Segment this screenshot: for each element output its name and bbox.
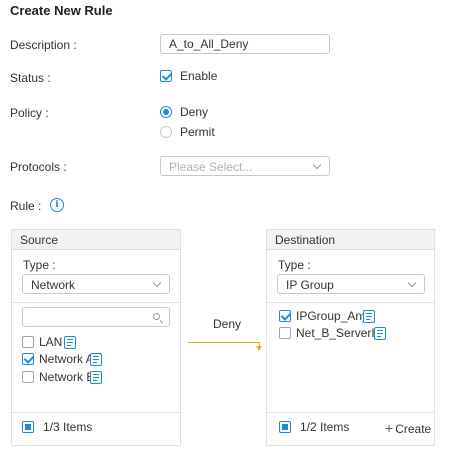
page-title: Create New Rule xyxy=(10,3,113,18)
details-icon[interactable] xyxy=(363,310,375,323)
source-item-network-b-checkbox[interactable] xyxy=(22,371,34,383)
source-item-lan-label: LAN xyxy=(39,335,63,349)
protocols-label: Protocols : xyxy=(10,160,67,174)
destination-type-value: IP Group xyxy=(286,278,334,292)
create-label: Create xyxy=(395,422,432,436)
details-icon[interactable] xyxy=(64,336,76,349)
policy-deny-radio[interactable] xyxy=(160,106,172,118)
source-panel: Source Type : Network LAN Network A Netw… xyxy=(11,229,181,446)
chevron-down-icon xyxy=(407,278,417,288)
policy-label: Policy : xyxy=(10,106,49,120)
flow-arrow xyxy=(188,342,260,343)
destination-panel: Destination Type : IP Group IPGroup_Any … xyxy=(266,229,435,446)
chevron-down-icon xyxy=(312,160,322,170)
status-enable-label: Enable xyxy=(180,69,218,83)
destination-header: Destination xyxy=(267,230,434,250)
protocols-select[interactable]: Please Select... xyxy=(160,156,330,176)
source-type-value: Network xyxy=(31,278,76,292)
destination-item-net-b-serverip-checkbox[interactable] xyxy=(279,327,291,339)
policy-deny-label: Deny xyxy=(180,105,209,119)
source-header: Source xyxy=(12,230,180,250)
source-item-network-b-label: Network B xyxy=(39,370,95,384)
destination-item-net-b-serverip-label: Net_B_ServerIP xyxy=(296,326,383,340)
action-label: Deny xyxy=(213,317,242,331)
protocols-placeholder: Please Select... xyxy=(169,160,253,174)
source-type-select[interactable]: Network xyxy=(22,274,170,294)
source-item-lan-checkbox[interactable] xyxy=(22,336,34,348)
policy-permit-label: Permit xyxy=(180,125,215,139)
rule-label: Rule : xyxy=(10,199,42,213)
source-item-network-a-label: Network A xyxy=(39,352,94,366)
destination-item-ipgroup-any-label: IPGroup_Any xyxy=(296,309,369,323)
source-type-label: Type : xyxy=(23,258,56,272)
plus-icon: + xyxy=(385,420,394,436)
destination-select-all-checkbox[interactable] xyxy=(279,421,291,433)
policy-permit-radio[interactable] xyxy=(160,126,172,138)
search-icon xyxy=(153,313,160,320)
source-item-network-a-checkbox[interactable] xyxy=(22,353,34,365)
destination-item-count: 1/2 Items xyxy=(300,420,350,434)
source-search-input[interactable] xyxy=(22,307,170,327)
description-input[interactable]: A_to_All_Deny xyxy=(160,34,330,54)
details-icon[interactable] xyxy=(90,371,102,384)
details-icon[interactable] xyxy=(90,353,102,366)
chevron-down-icon xyxy=(152,278,162,288)
create-button[interactable]: + Create xyxy=(385,420,431,436)
source-select-all-checkbox[interactable] xyxy=(22,421,34,433)
destination-type-label: Type : xyxy=(278,258,311,272)
description-label: Description : xyxy=(10,38,77,52)
status-label: Status : xyxy=(10,71,51,85)
details-icon[interactable] xyxy=(374,327,386,340)
status-enable-checkbox[interactable] xyxy=(160,70,172,82)
destination-item-ipgroup-any-checkbox[interactable] xyxy=(279,310,291,322)
arrow-head-icon xyxy=(256,346,262,351)
source-item-count: 1/3 Items xyxy=(43,420,93,434)
info-icon[interactable]: i xyxy=(50,198,64,212)
destination-type-select[interactable]: IP Group xyxy=(277,274,425,294)
